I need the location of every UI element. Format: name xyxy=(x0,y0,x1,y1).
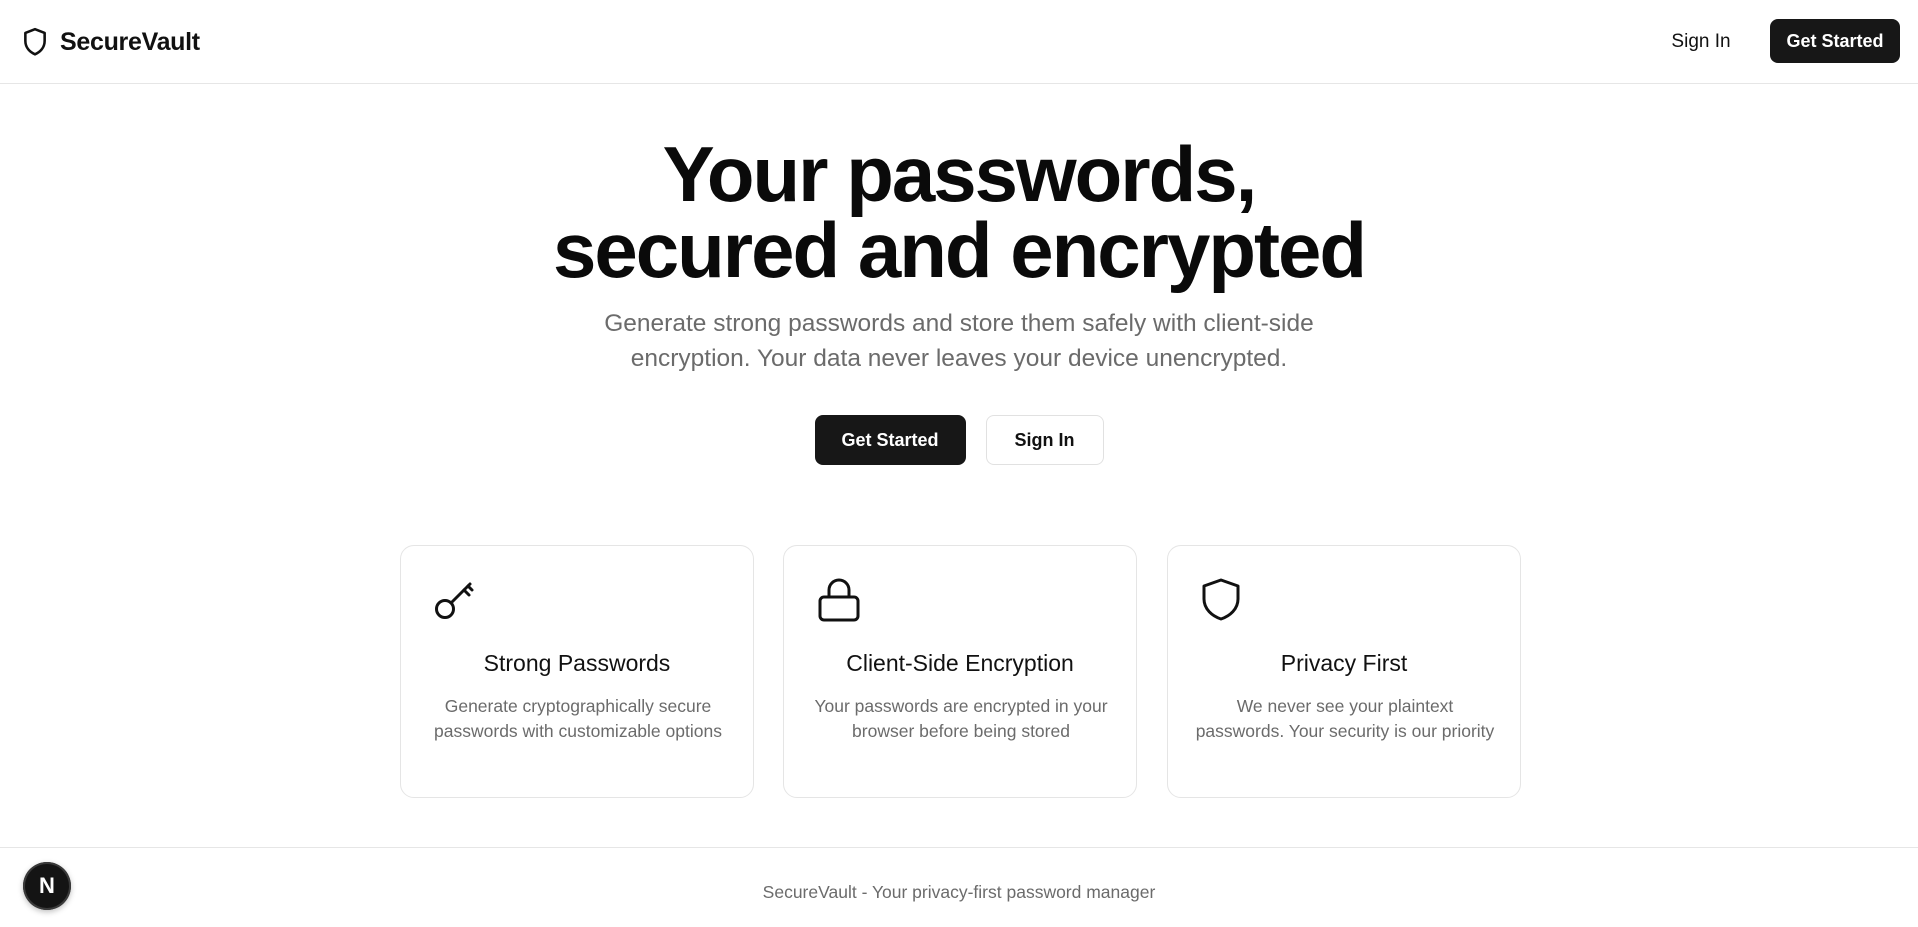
hero-title-line-1: Your passwords, xyxy=(662,130,1258,218)
feature-title: Strong Passwords xyxy=(483,650,671,676)
lock-icon xyxy=(818,578,860,622)
feature-description: Your passwords are encrypted in your bro… xyxy=(814,696,1108,741)
footer-text: SecureVault - Your privacy-first passwor… xyxy=(762,882,1156,902)
hero-title: Your passwords, secured and encrypted xyxy=(0,130,1918,294)
dev-badge-letter: N xyxy=(39,873,55,898)
feature-card-strong-passwords: Strong Passwords Generate cryptographica… xyxy=(400,545,754,798)
nav-get-started-button[interactable]: Get Started xyxy=(1770,19,1900,63)
hero-actions: Get Started Sign In xyxy=(0,415,1918,465)
nav-sign-in-button[interactable]: Sign In xyxy=(1658,22,1744,62)
hero-subtitle: Generate strong passwords and store them… xyxy=(604,310,1314,372)
shield-icon xyxy=(1202,578,1240,621)
site-header: SecureVault Sign In Get Started xyxy=(0,0,1918,84)
feature-card-privacy-first: Privacy First We never see your plaintex… xyxy=(1167,545,1521,798)
key-icon xyxy=(435,582,474,619)
feature-description: Generate cryptographically secure passwo… xyxy=(434,696,722,741)
feature-description: We never see your plaintext passwords. Y… xyxy=(1195,696,1495,741)
brand-name: SecureVault xyxy=(60,27,200,56)
feature-title: Privacy First xyxy=(1280,650,1408,676)
feature-card-client-side-encryption: Client-Side Encryption Your passwords ar… xyxy=(783,545,1137,798)
hero-title-line-2: secured and encrypted xyxy=(553,206,1367,294)
brand-logo[interactable]: SecureVault xyxy=(22,24,200,60)
hero-sign-in-button[interactable]: Sign In xyxy=(985,415,1104,465)
feature-cards: Strong Passwords Generate cryptographica… xyxy=(400,545,1521,798)
site-footer: SecureVault - Your privacy-first passwor… xyxy=(0,847,1918,927)
hero-get-started-button[interactable]: Get Started xyxy=(814,415,966,465)
shield-icon xyxy=(24,27,46,56)
dev-tools-badge[interactable]: N xyxy=(23,862,71,910)
feature-title: Client-Side Encryption xyxy=(846,650,1074,676)
